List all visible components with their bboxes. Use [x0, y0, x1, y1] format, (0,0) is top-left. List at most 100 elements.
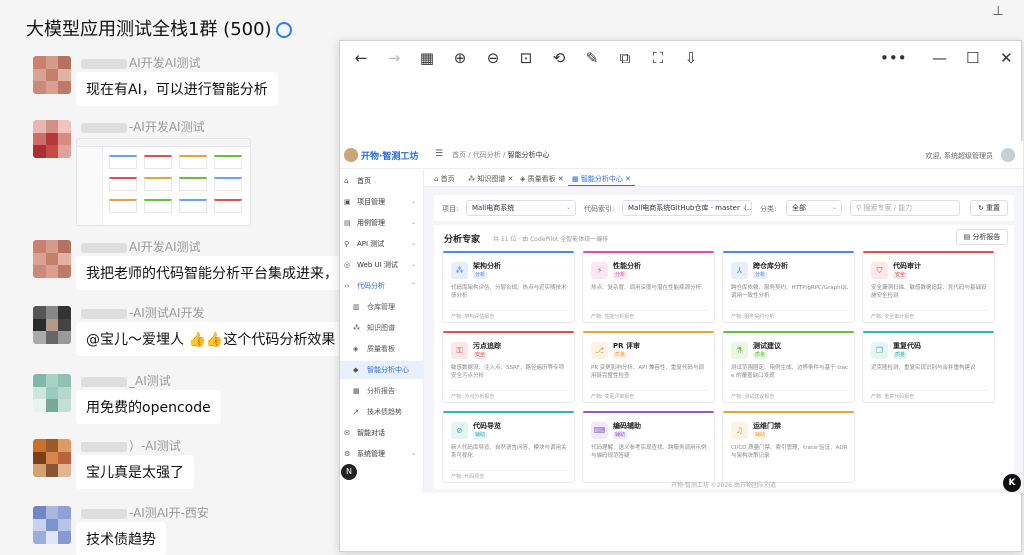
message-bubble[interactable]: 现在有AI，可以进行智能分析: [76, 72, 278, 106]
sidebar-item[interactable]: ✉ 智能对话: [340, 424, 424, 442]
sidebar-item[interactable]: ◈ 质量看板: [340, 340, 424, 358]
tab[interactable]: ▦ 智能分析中心 ✕: [568, 172, 635, 186]
message-bubble[interactable]: 用免费的opencode: [76, 390, 221, 424]
sidebar-item[interactable]: ⚙ 系统管理 ⌄: [340, 445, 424, 463]
tab[interactable]: ⁂ 知识图谱 ✕: [464, 172, 517, 186]
expert-card[interactable]: ⎇ PR 评审 质量 PR 变更影响分析、API 兼容性、重复代码与调用链完整性检查产…: [582, 331, 715, 403]
screenshot-icon[interactable]: ⛶: [645, 45, 671, 71]
chevron-icon: ⌄: [410, 219, 416, 226]
chevron-icon: ⌄: [410, 198, 416, 205]
avatar[interactable]: [33, 240, 71, 278]
sidebar-item[interactable]: ⌂ 首页: [340, 172, 424, 190]
sidebar-item-label: 系统管理: [357, 450, 385, 458]
expert-card[interactable]: ⛉ 代码审计 安全 安全漏洞扫描、敏感数据追踪、死代码与基础设施安全检测 产物: 安全审…: [862, 251, 995, 323]
card-badge: 分析: [473, 272, 488, 279]
card-accent: [443, 331, 574, 333]
message-bubble[interactable]: 我把老师的代码智能分析平台集成进来，: [76, 256, 348, 290]
back-icon[interactable]: ←: [348, 45, 374, 71]
avatar[interactable]: [33, 374, 71, 412]
download-icon[interactable]: ⇩: [678, 45, 704, 71]
analysis-report-button[interactable]: ▤ 分析报告: [956, 229, 1008, 245]
tab[interactable]: ◈ 质量看板 ✕: [516, 172, 568, 186]
card-desc: 敏感数据流、注入点、SSRF、路径遍历等专项安全污点分析: [451, 365, 564, 379]
sidebar-item[interactable]: ◆ 智能分析中心: [340, 361, 424, 379]
card-desc: 热点、复杂度、调用深度与潜在性能瓶颈分析: [591, 285, 702, 291]
sidebar-icon: ◆: [353, 366, 359, 374]
avatar[interactable]: [33, 306, 71, 344]
minimize-button[interactable]: —: [932, 41, 947, 75]
rotate-icon[interactable]: ⟲: [546, 45, 572, 71]
sidebar-item[interactable]: ▥ 仓库管理: [340, 298, 424, 316]
sidebar-icon: ◈: [353, 345, 359, 353]
expert-card[interactable]: ⊘ 代码导览 辅助 新人代码库导览、自然语言问答、模块与调用关系可视化 产物: 代码导览: [442, 411, 575, 483]
fit-page-icon[interactable]: ⊡: [513, 45, 539, 71]
expert-icon: ⁂: [451, 262, 468, 279]
sidebar-icon: ⚲: [344, 240, 350, 248]
card-title: 代码导览: [473, 422, 501, 430]
zoom-out-icon[interactable]: ⊖: [480, 45, 506, 71]
sender-name: AI开发AI测试: [81, 238, 201, 255]
card-accent: [723, 251, 854, 253]
sidebar-item[interactable]: ◎ Web UI 测试 ⌄: [340, 256, 424, 274]
sidebar-item[interactable]: ‹› 代码分析 ⌃: [340, 277, 424, 295]
avatar[interactable]: [33, 120, 71, 158]
breadcrumb-home[interactable]: 首页: [452, 151, 466, 159]
tab[interactable]: ⌂ 首页: [430, 172, 459, 186]
project-select[interactable]: Mall电商系统 ⌄: [466, 200, 576, 216]
more-button[interactable]: •••: [880, 41, 907, 75]
sidebar-item[interactable]: ⁂ 知识图谱: [340, 319, 424, 337]
expert-icon: ⎇: [591, 342, 608, 359]
index-select[interactable]: Mall电商系统GitHub仓库 · master（... ⌄: [622, 200, 752, 216]
message-bubble[interactable]: @宝儿～爱埋人 👍👍这个代码分析效果: [76, 322, 346, 356]
bottom-left-badge[interactable]: N: [341, 464, 357, 480]
avatar[interactable]: [33, 506, 71, 544]
expert-icon: ⚿: [451, 342, 468, 359]
sidebar-item[interactable]: ⚲ API 测试 ⌄: [340, 235, 424, 253]
image-thumbnail[interactable]: [76, 138, 251, 226]
expert-card[interactable]: ⌨ 编码辅助 辅助 代码理解、语义参考实现查找、跨服务调用示例与编码规范答疑: [582, 411, 715, 483]
sidebar-icon: ▥: [353, 303, 360, 311]
chat-title: 大模型应用测试全栈1群 (500): [26, 19, 272, 40]
sidebar-icon: ▦: [353, 387, 360, 395]
maximize-button[interactable]: ☐: [966, 41, 979, 75]
menu-fold-icon[interactable]: ☰: [435, 149, 443, 159]
sidebar-icon: ▣: [344, 198, 351, 206]
category-label: 分类:: [760, 205, 777, 213]
reset-button[interactable]: ↻ 重置: [970, 200, 1008, 216]
expert-icon: ⊘: [451, 422, 468, 439]
expert-card[interactable]: ⁂ 架构分析 分析 代码库架构评估、分层合规、热点与近实随技术债分析 产物: 架构评估报…: [442, 251, 575, 323]
search-input[interactable]: ⚲ 搜索专家 / 能力: [850, 200, 960, 216]
expert-card[interactable]: ⚡ 性能分析 分析 热点、复杂度、调用深度与潜在性能瓶颈分析 产物: 性能分析报告: [582, 251, 715, 323]
expert-card[interactable]: ⚿ 污点追踪 安全 敏感数据流、注入点、SSRF、路径遍历等专项安全污点分析 产物: 污…: [442, 331, 575, 403]
apps-grid-icon[interactable]: ▦: [414, 45, 440, 71]
sidebar-item[interactable]: ↗ 技术债趋势: [340, 403, 424, 421]
expert-card[interactable]: ⅄ 跨仓库分析 分析 跨仓库依赖、服务契约、HTTP/gRPC/GraphQL 调用一…: [722, 251, 855, 323]
sidebar-item[interactable]: ▦ 分析报告: [340, 382, 424, 400]
avatar[interactable]: [33, 439, 71, 477]
message-bubble[interactable]: 宝儿真是太强了: [76, 455, 194, 489]
breadcrumb-current: 智能分析中心: [507, 151, 550, 159]
sidebar-item[interactable]: ▣ 项目管理 ⌄: [340, 193, 424, 211]
card-desc: CI/CD 质量门禁、索引管理、trace 验证、ADR 与架构决策记录: [731, 445, 848, 459]
edit-icon[interactable]: ✎: [579, 45, 605, 71]
pin-icon[interactable]: ⊥: [993, 4, 1004, 19]
category-select[interactable]: 全部 ⌄: [786, 200, 842, 216]
sidebar-item-label: 知识图谱: [367, 324, 395, 332]
card-badge: 安全: [893, 272, 908, 279]
card-badge: 分析: [753, 272, 768, 279]
expert-card[interactable]: ⚗ 测试建议 质量 测试范围圈定、用例生成、边界条件与基于 trace 的覆盖缺口发现…: [722, 331, 855, 403]
expert-card[interactable]: ❐ 重复代码 质量 近克隆检测、重复实现识别与合并重构建议 产物: 重复代码报告: [862, 331, 995, 403]
bottom-right-badge[interactable]: K: [1003, 474, 1021, 492]
card-desc: 测试范围圈定、用例生成、边界条件与基于 trace 的覆盖缺口发现: [731, 365, 849, 379]
close-button[interactable]: ✕: [1000, 41, 1013, 75]
user-avatar[interactable]: [1001, 148, 1015, 162]
zoom-in-icon[interactable]: ⊕: [447, 45, 473, 71]
card-desc: PR 变更影响分析、API 兼容性、重复代码与调用链完整性检查: [591, 365, 704, 379]
message-bubble[interactable]: 技术债趋势: [76, 522, 166, 555]
copy-icon[interactable]: ⧉: [612, 45, 638, 71]
expert-card[interactable]: ♫ 运维门禁 辅助 CI/CD 质量门禁、索引管理、trace 验证、ADR 与架构决…: [722, 411, 855, 483]
breadcrumb-code[interactable]: 代码分析: [473, 151, 501, 159]
forward-icon[interactable]: →: [381, 45, 407, 71]
sidebar-item[interactable]: ▤ 用例管理 ⌄: [340, 214, 424, 232]
avatar[interactable]: [33, 56, 71, 94]
